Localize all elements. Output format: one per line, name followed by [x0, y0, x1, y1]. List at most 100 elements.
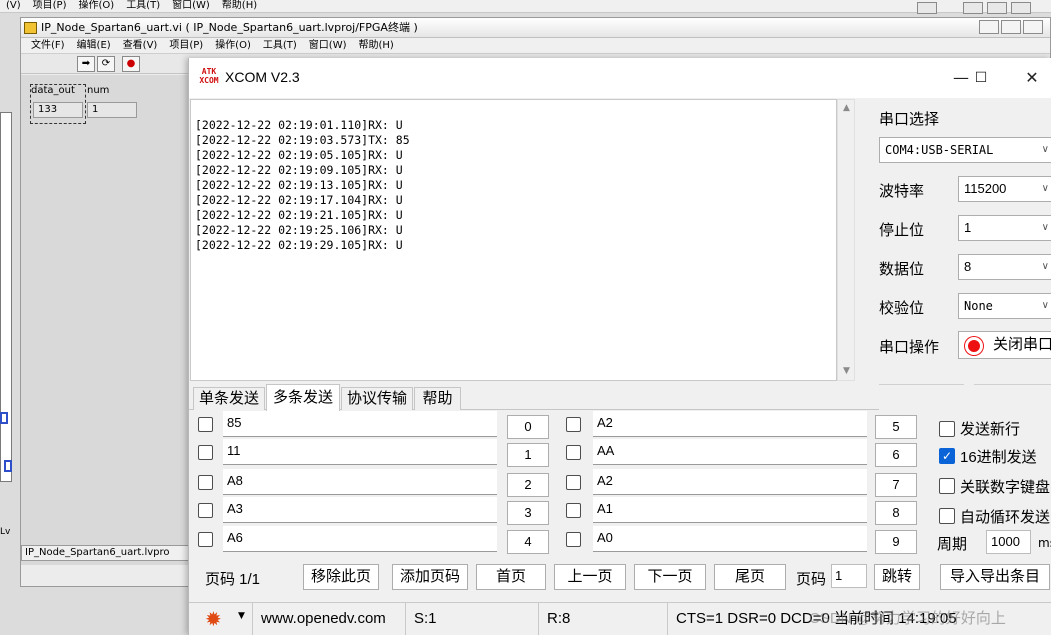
chevron-down-icon: ∨ [1041, 183, 1049, 194]
tab-multi-send[interactable]: 多条发送 [266, 384, 340, 411]
send-item-button[interactable]: 7 [875, 473, 917, 497]
run-arrow-icon[interactable]: ➡ [77, 56, 95, 72]
send-item-button[interactable]: 5 [875, 415, 917, 439]
scroll-down-icon[interactable]: ▼ [840, 364, 853, 378]
num-indicator[interactable]: 1 [87, 102, 137, 118]
data-out-indicator[interactable]: 133 [33, 102, 83, 118]
host-restore-button[interactable] [987, 2, 1007, 14]
host-menu-project[interactable]: 项目(P) [27, 0, 73, 12]
lv-menu-operate[interactable]: 操作(O) [209, 38, 257, 54]
maximize-icon[interactable]: ☐ [961, 66, 1001, 90]
send-item-button[interactable]: 0 [507, 415, 549, 439]
website-link[interactable]: www.openedv.com [252, 603, 404, 635]
send-item-checkbox[interactable] [566, 503, 581, 518]
send-item-checkbox[interactable] [198, 417, 213, 432]
send-item-input[interactable]: A2 [593, 411, 867, 437]
lv-menu-tools[interactable]: 工具(T) [257, 38, 303, 54]
host-menu-view[interactable]: (V) [0, 0, 27, 12]
lv-menu-edit[interactable]: 编辑(E) [71, 38, 117, 54]
send-item-checkbox[interactable] [566, 532, 581, 547]
send-item-checkbox[interactable] [566, 417, 581, 432]
data-bits-dropdown[interactable]: 8 ∨ [958, 254, 1051, 280]
import-export-button[interactable]: 导入导出条目 [940, 564, 1050, 590]
lv-menu-window[interactable]: 窗口(W) [303, 38, 353, 54]
send-item-checkbox[interactable] [198, 475, 213, 490]
data-out-label: data_out [31, 85, 75, 96]
send-item-input[interactable]: A1 [593, 497, 867, 523]
remove-page-button[interactable]: 移除此页 [303, 564, 379, 590]
send-newline-checkbox[interactable] [939, 421, 955, 437]
send-item-input[interactable]: A3 [223, 497, 497, 523]
stop-bits-dropdown[interactable]: 1 ∨ [958, 215, 1051, 241]
goto-page-input[interactable]: 1 [831, 564, 867, 588]
send-item-button[interactable]: 8 [875, 501, 917, 525]
auto-loop-label: 自动循环发送 [960, 509, 1051, 526]
send-item-input[interactable]: A8 [223, 469, 497, 495]
tab-help[interactable]: 帮助 [414, 387, 461, 410]
host-menu-window[interactable]: 窗口(W) [166, 0, 216, 12]
lv-menu-view[interactable]: 查看(V) [117, 38, 164, 54]
run-continuously-icon[interactable]: ⟳ [97, 56, 115, 72]
panel-divider [879, 384, 964, 385]
host-close-button[interactable] [1011, 2, 1031, 14]
jump-button[interactable]: 跳转 [874, 564, 920, 590]
send-item-input[interactable]: A6 [223, 526, 497, 552]
period-input[interactable]: 1000 [986, 530, 1031, 554]
tab-protocol[interactable]: 协议传输 [341, 387, 413, 410]
send-item-checkbox[interactable] [566, 445, 581, 460]
labview-vi-icon [24, 22, 37, 34]
receive-log-line: [2022-12-22 02:19:03.573]TX: 85 [195, 133, 410, 147]
tab-single-send[interactable]: 单条发送 [193, 387, 265, 410]
close-icon[interactable]: ✕ [1012, 66, 1051, 90]
scroll-up-icon[interactable]: ▲ [840, 101, 853, 115]
parity-dropdown[interactable]: None ∨ [958, 293, 1051, 319]
baud-dropdown[interactable]: 115200 ∨ [958, 176, 1051, 202]
labview-window-controls [977, 20, 1047, 36]
send-item-button[interactable]: 6 [875, 443, 917, 467]
numeric-keypad-checkbox[interactable] [939, 478, 955, 494]
host-minimize-button[interactable] [963, 2, 983, 14]
next-page-button[interactable]: 下一页 [634, 564, 706, 590]
port-operation-label: 串口操作 [879, 339, 940, 356]
send-item-input[interactable]: 11 [223, 439, 497, 465]
send-item-checkbox[interactable] [566, 475, 581, 490]
auto-loop-checkbox[interactable] [939, 508, 955, 524]
host-menu-help[interactable]: 帮助(H) [216, 0, 263, 12]
prev-page-button[interactable]: 上一页 [554, 564, 626, 590]
lv-menu-help[interactable]: 帮助(H) [353, 38, 400, 54]
host-menu-operate[interactable]: 操作(O) [73, 0, 121, 12]
labview-maximize-button[interactable] [1001, 20, 1021, 34]
receive-scrollbar[interactable]: ▲ ▼ [837, 99, 855, 381]
caret-down-icon[interactable]: ▼ [238, 611, 245, 621]
abort-icon[interactable]: ● [122, 56, 140, 72]
receive-log-line: [2022-12-22 02:19:29.105]RX: U [195, 238, 403, 252]
port-select-label: 串口选择 [879, 111, 940, 128]
last-page-button[interactable]: 尾页 [714, 564, 786, 590]
port-select-dropdown[interactable]: COM4:USB-SERIAL ∨ [879, 137, 1051, 163]
send-item-input[interactable]: A0 [593, 526, 867, 552]
send-item-input[interactable]: AA [593, 439, 867, 465]
first-page-button[interactable]: 首页 [476, 564, 546, 590]
send-item-button[interactable]: 9 [875, 530, 917, 554]
lv-menu-file[interactable]: 文件(F) [25, 38, 71, 54]
labview-close-button[interactable] [1023, 20, 1043, 34]
lv-menu-project[interactable]: 项目(P) [163, 38, 209, 54]
send-item-checkbox[interactable] [198, 445, 213, 460]
send-item-checkbox[interactable] [198, 532, 213, 547]
send-item-button[interactable]: 1 [507, 443, 549, 467]
send-item-button[interactable]: 4 [507, 530, 549, 554]
receive-log-line: [2022-12-22 02:19:25.106]RX: U [195, 223, 403, 237]
send-item-button[interactable]: 2 [507, 473, 549, 497]
host-menu-tools[interactable]: 工具(T) [120, 0, 166, 12]
receive-text-area[interactable]: [2022-12-22 02:19:01.110]RX: U [2022-12-2… [190, 99, 837, 381]
labview-minimize-button[interactable] [979, 20, 999, 34]
send-item-input[interactable]: 85 [223, 411, 497, 437]
close-port-button[interactable]: 关闭串口 [958, 331, 1051, 359]
hex-send-checkbox[interactable]: ✓ [939, 448, 955, 464]
gear-icon[interactable]: ✹ [205, 607, 227, 631]
send-item-button[interactable]: 3 [507, 501, 549, 525]
send-item-checkbox[interactable] [198, 503, 213, 518]
add-page-button[interactable]: 添加页码 [392, 564, 468, 590]
receive-log: [2022-12-22 02:19:01.110]RX: U [2022-12-2… [195, 118, 410, 253]
send-item-input[interactable]: A2 [593, 469, 867, 495]
